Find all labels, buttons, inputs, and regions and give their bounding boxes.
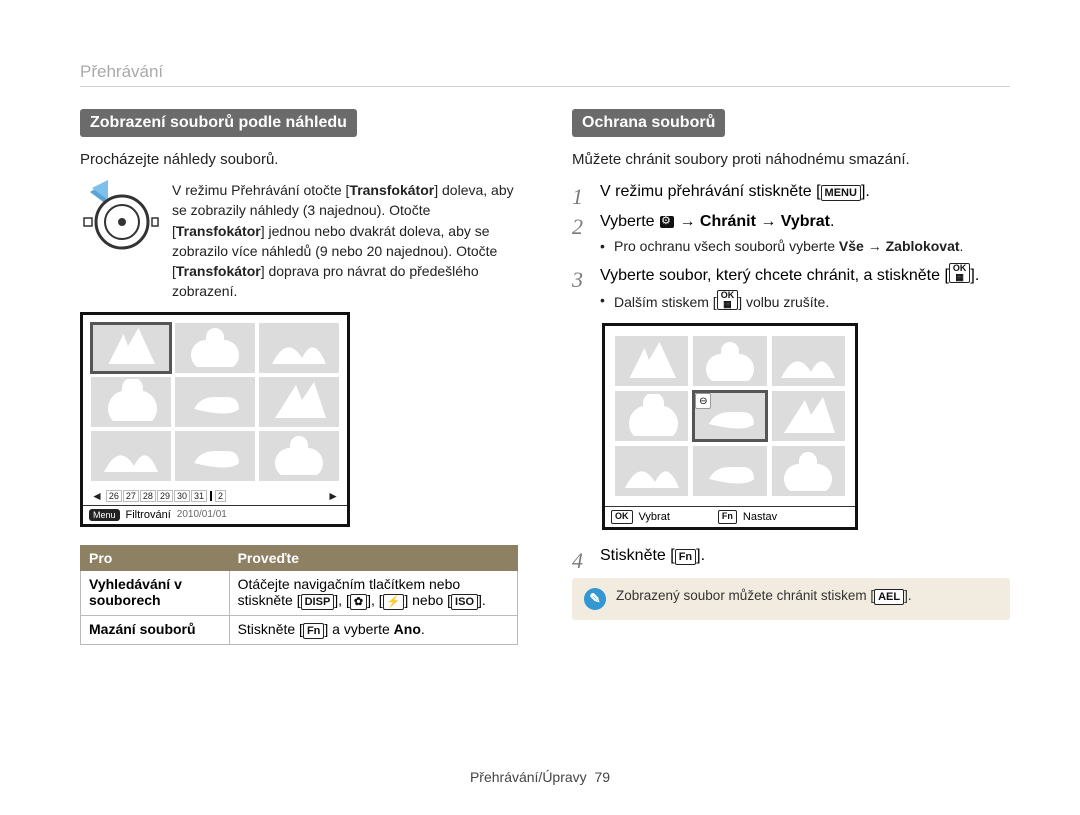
table-row: Mazání souborů Stiskněte [Fn] a vyberte … xyxy=(81,616,518,645)
thumbnail-item xyxy=(91,377,171,427)
flash-key-icon: ⚡ xyxy=(383,594,405,610)
steps-list-cont: Stiskněte [Fn]. xyxy=(572,544,1010,568)
fn-key-icon: Fn xyxy=(675,549,696,565)
iso-key-icon: ISO xyxy=(451,594,478,610)
thumbnail-item xyxy=(615,391,688,441)
right-column: Ochrana souborů Můžete chránit soubory p… xyxy=(572,109,1010,661)
thumbnail-item xyxy=(175,431,255,481)
step-item: Vyberte soubor, který chcete chránit, a … xyxy=(572,263,1010,313)
fn-chip-icon: Fn xyxy=(718,510,737,524)
next-arrow-icon: ► xyxy=(325,489,341,503)
thumbnail-item xyxy=(772,336,845,386)
lock-icon: ⊖ xyxy=(695,393,711,409)
ok-key-icon: OK▦ xyxy=(949,263,971,283)
thumbnail-item xyxy=(259,377,339,427)
status-date: 2010/01/01 xyxy=(177,509,227,520)
fn-key-icon: Fn xyxy=(303,623,324,639)
thumbnail-item xyxy=(259,431,339,481)
step-item: Vyberte → Chránit → Vybrat. Pro ochranu … xyxy=(572,210,1010,257)
playback-settings-icon xyxy=(660,216,674,228)
thumbnail-preview-screen: ◄ 26 27 28 29 30 31 2 ► Menu Filtrování … xyxy=(80,312,350,527)
thumbnail-item xyxy=(615,446,688,496)
table-row: Vyhledávání v souborech Otáčejte navigač… xyxy=(81,570,518,615)
actions-table: Pro Proveďte Vyhledávání v souborech Otá… xyxy=(80,545,518,646)
thumbnail-item xyxy=(693,336,766,386)
thumbnail-item xyxy=(693,446,766,496)
steps-list: V režimu přehrávání stiskněte [MENU]. Vy… xyxy=(572,180,1010,313)
protect-preview-screen: ⊖ OK Vybrat Fn Nastav xyxy=(602,323,858,530)
thumbnail-item xyxy=(615,336,688,386)
thumbnail-item-selected: ⊖ xyxy=(693,391,766,441)
screen-status-bar: Menu Filtrování 2010/01/01 xyxy=(83,505,347,524)
thumbnail-item xyxy=(175,323,255,373)
thumbnail-item xyxy=(259,323,339,373)
protect-intro: Můžete chránit soubory proti náhodnému s… xyxy=(572,149,1010,170)
ok-key-icon: OK▦ xyxy=(717,290,739,310)
thumbnail-item xyxy=(772,446,845,496)
info-icon: ✎ xyxy=(584,588,606,610)
table-header-action: Proveďte xyxy=(229,545,517,570)
thumbnail-item xyxy=(175,377,255,427)
thumbnail-item xyxy=(772,391,845,441)
menu-chip: Menu xyxy=(89,509,120,521)
flower-key-icon: ✿ xyxy=(350,594,367,610)
intro-text: Procházejte náhledy souborů. xyxy=(80,149,518,170)
step-item: V režimu přehrávání stiskněte [MENU]. xyxy=(572,180,1010,204)
thumbnail-item xyxy=(91,431,171,481)
prev-arrow-icon: ◄ xyxy=(89,489,105,503)
dial-caption: V režimu Přehrávání otočte [Transfokátor… xyxy=(172,180,518,302)
section-title-protect: Ochrana souborů xyxy=(572,109,725,137)
section-title-thumbnails: Zobrazení souborů podle náhledu xyxy=(80,109,357,137)
page-footer: Přehrávání/Úpravy 79 xyxy=(0,769,1080,785)
protect-status-bar: OK Vybrat Fn Nastav xyxy=(605,506,855,527)
table-header-pro: Pro xyxy=(81,545,230,570)
menu-key-icon: MENU xyxy=(821,185,861,201)
breadcrumb: Přehrávání xyxy=(80,62,1010,87)
ok-chip-icon: OK xyxy=(611,510,633,524)
filter-label: Filtrování xyxy=(126,509,171,521)
zoom-dial-illustration xyxy=(80,180,160,255)
step-item: Stiskněte [Fn]. xyxy=(572,544,1010,568)
filmstrip-bar: ◄ 26 27 28 29 30 31 2 ► xyxy=(83,489,347,505)
ael-key-icon: AEL xyxy=(874,589,904,605)
disp-key-icon: DISP xyxy=(301,594,335,610)
left-column: Zobrazení souborů podle náhledu Procháze… xyxy=(80,109,518,661)
thumbnail-item xyxy=(91,323,171,373)
info-note: ✎ Zobrazený soubor můžete chránit stiske… xyxy=(572,578,1010,620)
